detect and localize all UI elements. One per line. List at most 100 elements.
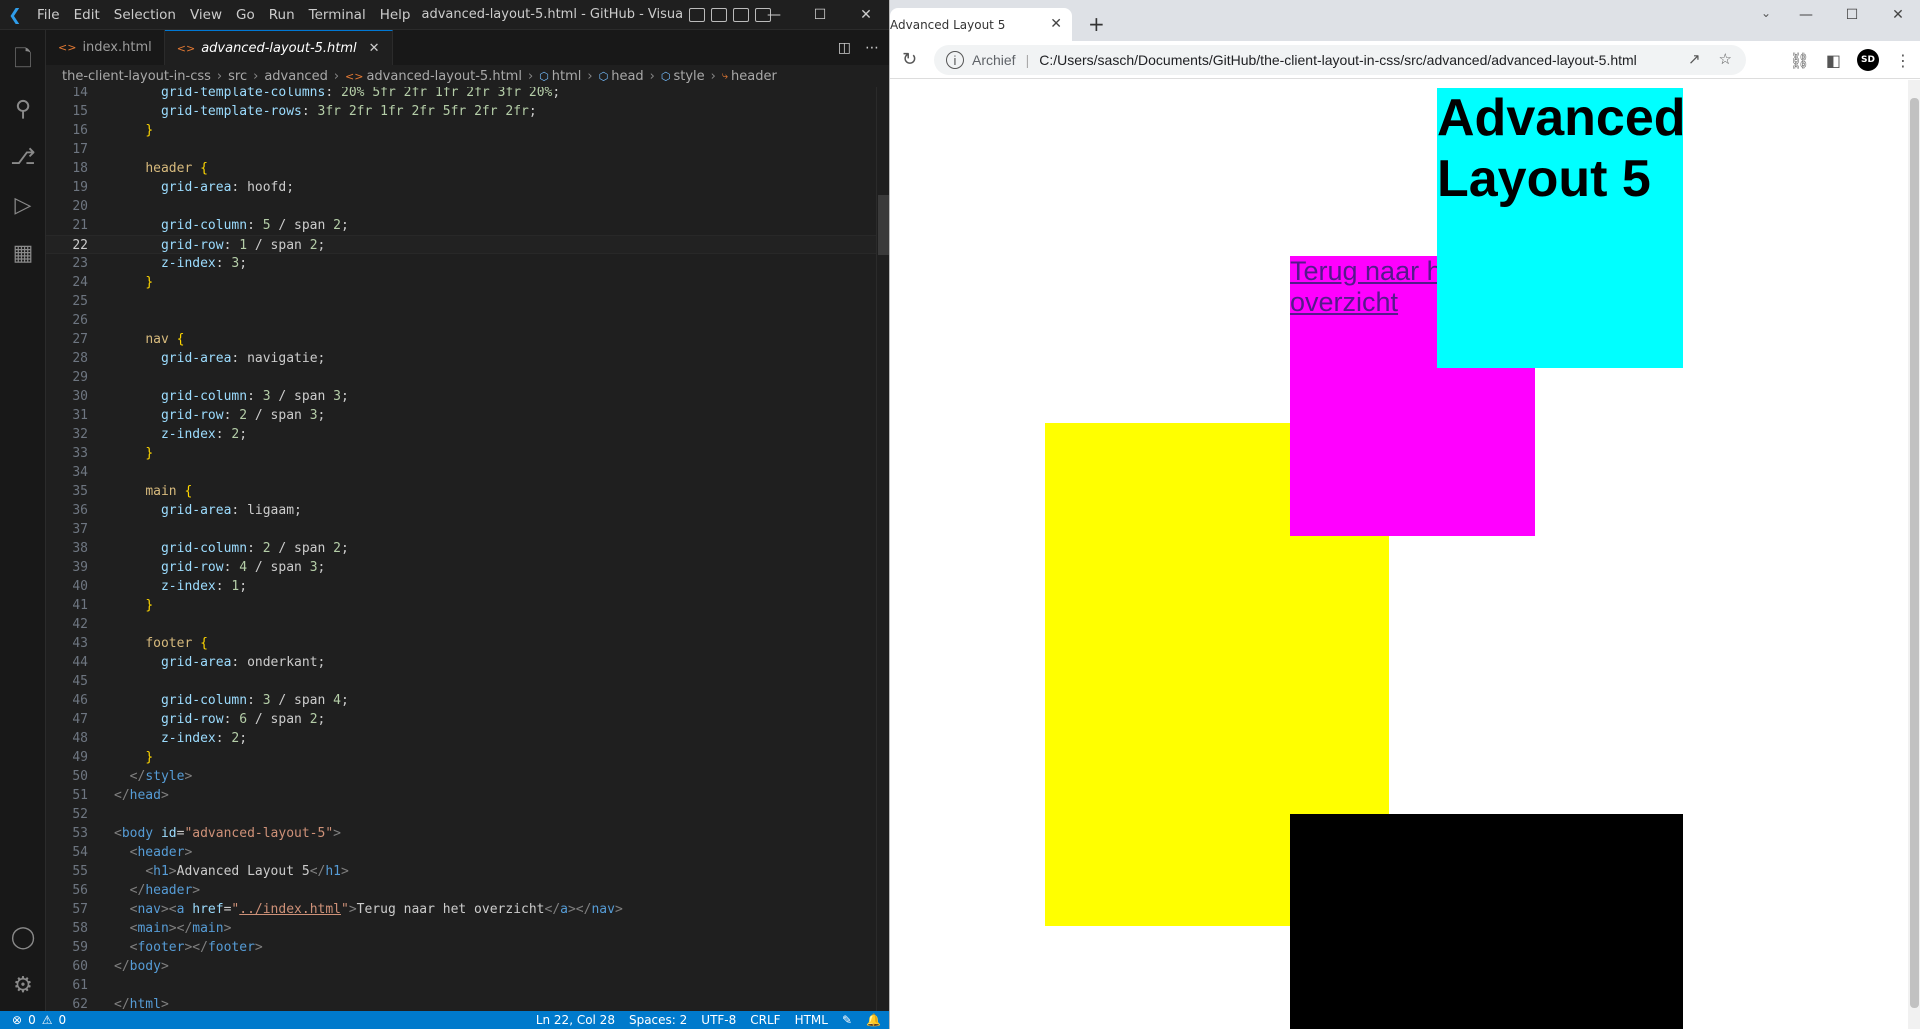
gear-icon[interactable]: ⚙ [0, 962, 46, 1008]
browser-tab[interactable]: Advanced Layout 5 ✕ [890, 8, 1072, 41]
code-line[interactable]: 49 } [46, 748, 876, 767]
code-line[interactable]: 48 z-index: 2; [46, 729, 876, 748]
code-line[interactable]: 62 </html> [46, 995, 876, 1011]
reload-icon[interactable]: ↻ [902, 49, 917, 70]
code-line[interactable]: 40 z-index: 1; [46, 577, 876, 596]
code-line[interactable]: 25 [46, 292, 876, 311]
split-editor-icon[interactable]: ◫ [838, 40, 851, 56]
code-line[interactable]: 33 } [46, 444, 876, 463]
close-tab-icon[interactable]: ✕ [1050, 16, 1062, 32]
code-line[interactable]: 36 grid-area: ligaam; [46, 501, 876, 520]
breadcrumb-item[interactable]: html [552, 69, 582, 84]
code-line[interactable]: 47 grid-row: 6 / span 2; [46, 710, 876, 729]
bell-icon[interactable]: 🔔 [866, 1013, 881, 1027]
menu-run[interactable]: Run [262, 7, 302, 23]
toggle-secondary-sidebar-icon[interactable] [733, 7, 750, 22]
menu-view[interactable]: View [183, 7, 229, 23]
code-line[interactable]: 54 <header> [46, 843, 876, 862]
info-icon[interactable]: i [946, 51, 964, 69]
breadcrumb-item[interactable]: advanced-layout-5.html [366, 69, 521, 84]
search-icon[interactable]: ⚲ [0, 86, 46, 132]
close-icon[interactable]: ✕ [1875, 0, 1920, 30]
breadcrumb-item[interactable]: head [611, 69, 643, 84]
code-line[interactable]: 17 [46, 140, 876, 159]
side-panel-icon[interactable]: ◧ [1826, 51, 1841, 70]
code-line[interactable]: 30 grid-column: 3 / span 3; [46, 387, 876, 406]
problems-indicator[interactable]: ⊗ 0 ⚠ 0 [12, 1011, 66, 1029]
code-line[interactable]: 37 [46, 520, 876, 539]
menu-help[interactable]: Help [373, 7, 418, 23]
code-line[interactable]: 56 </header> [46, 881, 876, 900]
code-line[interactable]: 42 [46, 615, 876, 634]
scrollbar-thumb[interactable] [1910, 98, 1919, 1008]
code-line[interactable]: 23 z-index: 3; [46, 254, 876, 273]
code-line[interactable]: 52 [46, 805, 876, 824]
new-tab-icon[interactable]: + [1088, 12, 1105, 36]
code-line[interactable]: 43 footer { [46, 634, 876, 653]
code-line[interactable]: 51 </head> [46, 786, 876, 805]
run-debug-icon[interactable]: ▷ [0, 182, 46, 228]
maximize-icon[interactable]: ☐ [797, 0, 843, 30]
code-line[interactable]: 46 grid-column: 3 / span 4; [46, 691, 876, 710]
explorer-icon[interactable]: 🗋 [0, 38, 46, 84]
menu-go[interactable]: Go [229, 7, 262, 23]
code-line[interactable]: 57 <nav><a href="../index.html">Terug na… [46, 900, 876, 919]
menu-terminal[interactable]: Terminal [302, 7, 373, 23]
cursor-position[interactable]: Ln 22, Col 28 [536, 1013, 615, 1027]
minimize-icon[interactable]: — [751, 0, 797, 30]
source-control-icon[interactable]: ⎇ [0, 134, 46, 180]
code-line[interactable]: 15 grid-template-rows: 3fr 2fr 1fr 2fr 5… [46, 102, 876, 121]
code-line[interactable]: 29 [46, 368, 876, 387]
code-line[interactable]: 61 [46, 976, 876, 995]
code-line[interactable]: 32 z-index: 2; [46, 425, 876, 444]
code-line[interactable]: 44 grid-area: onderkant; [46, 653, 876, 672]
feedback-icon[interactable]: ✎ [842, 1013, 852, 1027]
code-editor[interactable]: 14 grid-template-columns: 20% 5fr 2fr 1f… [46, 87, 876, 1011]
code-line[interactable]: 28 grid-area: navigatie; [46, 349, 876, 368]
maximize-icon[interactable]: ☐ [1829, 0, 1875, 30]
code-line[interactable]: 27 nav { [46, 330, 876, 349]
code-line[interactable]: 60 </body> [46, 957, 876, 976]
code-line[interactable]: 38 grid-column: 2 / span 2; [46, 539, 876, 558]
menu-file[interactable]: File [30, 7, 67, 23]
code-line[interactable]: 22 grid-row: 1 / span 2; [46, 235, 876, 254]
breadcrumb-item[interactable]: advanced [264, 69, 328, 84]
profile-avatar[interactable]: SD [1857, 49, 1879, 71]
page-scrollbar[interactable] [1908, 80, 1920, 1029]
menu-selection[interactable]: Selection [107, 7, 183, 23]
code-line[interactable]: 16 } [46, 121, 876, 140]
tab-search-icon[interactable]: ⌄ [1761, 6, 1771, 20]
extensions-puzzle-icon[interactable]: ⛓ [1790, 51, 1810, 70]
code-line[interactable]: 14 grid-template-columns: 20% 5fr 2fr 1f… [46, 87, 876, 102]
menu-edit[interactable]: Edit [67, 7, 107, 23]
code-line[interactable]: 35 main { [46, 482, 876, 501]
code-line[interactable]: 41 } [46, 596, 876, 615]
breadcrumb-item[interactable]: the-client-layout-in-css [62, 69, 211, 84]
code-line[interactable]: 34 [46, 463, 876, 482]
code-line[interactable]: 53 <body id="advanced-layout-5"> [46, 824, 876, 843]
indentation[interactable]: Spaces: 2 [629, 1013, 687, 1027]
breadcrumb-item[interactable]: style [673, 69, 704, 84]
code-line[interactable]: 19 grid-area: hoofd; [46, 178, 876, 197]
code-line[interactable]: 58 <main></main> [46, 919, 876, 938]
close-icon[interactable]: ✕ [843, 0, 889, 30]
code-line[interactable]: 45 [46, 672, 876, 691]
code-line[interactable]: 18 header { [46, 159, 876, 178]
code-line[interactable]: 24 } [46, 273, 876, 292]
code-line[interactable]: 55 <h1>Advanced Layout 5</h1> [46, 862, 876, 881]
breadcrumb-item[interactable]: src [228, 69, 247, 84]
minimize-icon[interactable]: — [1783, 0, 1829, 30]
more-actions-icon[interactable]: ⋯ [865, 40, 879, 56]
toggle-panel-icon[interactable] [711, 7, 728, 22]
editor-scrollbar[interactable] [876, 87, 890, 1011]
breadcrumb-item[interactable]: header [731, 69, 777, 84]
share-icon[interactable]: ↗ [1688, 50, 1701, 68]
code-line[interactable]: 20 [46, 197, 876, 216]
bookmark-star-icon[interactable]: ☆ [1719, 50, 1732, 68]
line-endings[interactable]: CRLF [750, 1013, 780, 1027]
code-line[interactable]: 31 grid-row: 2 / span 3; [46, 406, 876, 425]
code-line[interactable]: 50 </style> [46, 767, 876, 786]
code-line[interactable]: 21 grid-column: 5 / span 2; [46, 216, 876, 235]
tab-advanced-layout-5[interactable]: <> advanced-layout-5.html ✕ [164, 30, 393, 65]
toggle-sidebar-icon[interactable] [689, 7, 706, 22]
